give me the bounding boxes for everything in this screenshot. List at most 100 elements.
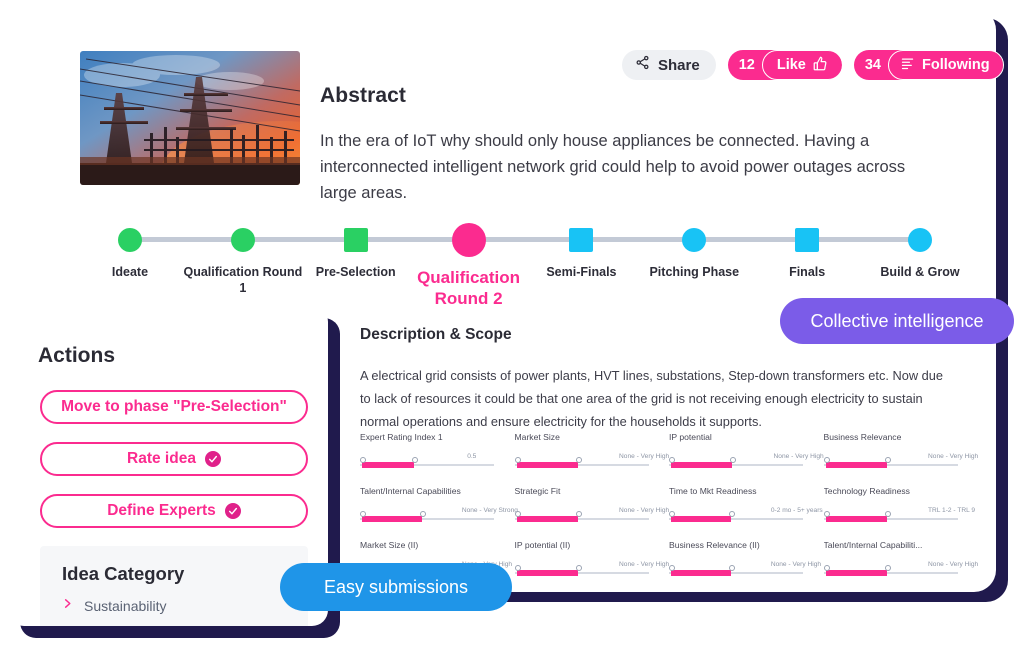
slider-knob-start[interactable] — [669, 511, 675, 517]
move-to-phase-label: Move to phase "Pre-Selection" — [61, 398, 287, 415]
slider-knob-start[interactable] — [823, 457, 830, 463]
timeline-step[interactable]: Build & Grow — [860, 208, 980, 280]
timeline-step[interactable]: Qualification Round 2 — [409, 208, 529, 309]
rate-idea-label: Rate idea — [127, 450, 196, 467]
slider-fill — [362, 516, 422, 522]
timeline-step-label: Qualification Round 1 — [183, 265, 303, 295]
slider-knob-start[interactable] — [514, 565, 521, 571]
criterion-slider: IP potential (II) None - Very High — [514, 540, 669, 578]
range-slider[interactable]: None - Very High — [514, 559, 669, 578]
timeline-step[interactable]: Ideate — [70, 208, 190, 280]
slider-scale-label: None - Very High — [928, 561, 979, 568]
slider-knob-end[interactable] — [728, 511, 735, 517]
screenshot-root: Abstract In the era of IoT why should on… — [0, 0, 1019, 650]
criterion-label: Time to Mkt Readiness — [669, 486, 757, 496]
idea-category-item[interactable]: Sustainability — [62, 596, 167, 616]
slider-knob-end[interactable] — [419, 511, 426, 517]
criterion-slider: Strategic Fit None - Very High — [514, 486, 669, 524]
feature-pill-collective-intelligence[interactable]: Collective intelligence — [780, 298, 1014, 344]
range-slider[interactable]: None - Very Strong — [360, 505, 518, 524]
criterion-label: Talent/Internal Capabilities — [360, 486, 461, 496]
move-to-phase-button[interactable]: Move to phase "Pre-Selection" — [40, 390, 308, 424]
following-label: Following — [922, 57, 990, 73]
criterion-slider: Expert Rating Index 1 0.5 — [360, 432, 494, 470]
collective-intelligence-label: Collective intelligence — [810, 310, 984, 331]
slider-scale-label: None - Very High — [773, 453, 824, 460]
slider-knob-start[interactable] — [669, 457, 675, 463]
slider-fill — [825, 462, 887, 468]
timeline-step[interactable]: Pitching Phase — [634, 208, 754, 280]
range-slider[interactable]: None - Very High — [669, 451, 824, 470]
slider-knob-end[interactable] — [575, 457, 582, 463]
timeline-dot-marker — [230, 228, 255, 252]
slider-fill — [516, 516, 578, 522]
slider-knob-end[interactable] — [728, 565, 735, 571]
timeline-dot-marker — [451, 223, 486, 257]
share-button[interactable]: Share — [622, 50, 716, 80]
timeline-step[interactable]: Semi-Finals — [521, 208, 641, 280]
idea-category-box: Idea Category Sustainability — [40, 546, 308, 626]
timeline-step-label: Finals — [789, 265, 826, 279]
criterion-label: IP potential — [669, 432, 712, 442]
slider-knob-start[interactable] — [669, 565, 675, 571]
slider-knob-end[interactable] — [884, 565, 891, 571]
like-button[interactable]: 12 Like — [727, 50, 843, 80]
description-text: A electrical grid consists of power plan… — [360, 368, 943, 429]
page-title: Abstract — [320, 84, 406, 107]
criterion-slider: Time to Mkt Readiness 0-2 mo - 5+ years — [669, 486, 823, 524]
actions-panel: Actions Move to phase "Pre-Selection" Ra… — [8, 306, 328, 626]
timeline-step[interactable]: Qualification Round 1 — [183, 208, 303, 296]
slider-knob-end[interactable] — [884, 457, 891, 463]
criterion-slider: Talent/Internal Capabiliti... None - Very… — [823, 540, 978, 578]
timeline-step-label: Semi-Finals — [546, 265, 617, 279]
timeline-step[interactable]: Pre-Selection — [296, 208, 416, 280]
share-icon — [635, 55, 650, 75]
following-button[interactable]: 34 Following — [853, 50, 1004, 80]
slider-knob-start[interactable] — [823, 511, 830, 517]
define-experts-button[interactable]: Define Experts — [40, 494, 308, 528]
slider-knob-start[interactable] — [360, 457, 366, 463]
timeline-step[interactable]: Finals — [747, 208, 867, 280]
slider-knob-start[interactable] — [360, 511, 366, 517]
range-slider[interactable]: None - Very High — [823, 451, 978, 470]
rate-idea-button[interactable]: Rate idea — [40, 442, 308, 476]
timeline-square-marker — [795, 228, 820, 252]
actions-heading: Actions — [38, 344, 116, 367]
slider-fill — [671, 516, 731, 522]
range-slider[interactable]: None - Very High — [514, 505, 669, 524]
slider-knob-end[interactable] — [411, 457, 418, 463]
slider-knob-end[interactable] — [575, 511, 582, 517]
like-count: 12 — [738, 57, 755, 73]
slider-knob-end[interactable] — [575, 565, 582, 571]
slider-knob-start[interactable] — [514, 511, 521, 517]
range-slider[interactable]: None - Very High — [514, 451, 669, 470]
slider-knob-end[interactable] — [884, 511, 891, 517]
slider-scale-label: None - Very Strong — [461, 507, 518, 514]
slider-fill — [671, 462, 733, 468]
criterion-label: Talent/Internal Capabiliti... — [823, 540, 923, 550]
slider-scale-label: None - Very High — [928, 453, 979, 460]
range-slider[interactable]: TRL 1-2 - TRL 9 — [823, 505, 975, 524]
timeline-step-label: Build & Grow — [880, 265, 960, 279]
share-label: Share — [658, 56, 700, 74]
criterion-label: Business Relevance — [823, 432, 902, 442]
criterion-slider: Business Relevance (II) None - Very High — [669, 540, 821, 578]
criterion-label: Technology Readiness — [823, 486, 910, 496]
timeline-step-label: Pitching Phase — [649, 265, 740, 279]
criterion-slider: Business Relevance None - Very High — [823, 432, 978, 470]
range-slider[interactable]: None - Very High — [669, 559, 821, 578]
phase-timeline: Ideate Qualification Round 1 Pre-Selection… — [80, 208, 960, 308]
feature-pill-easy-submissions[interactable]: Easy submissions — [280, 563, 512, 611]
range-slider[interactable]: 0.5 — [360, 451, 494, 470]
criterion-slider: Market Size None - Very High — [514, 432, 669, 470]
slider-scale-label: TRL 1-2 - TRL 9 — [928, 507, 976, 514]
slider-scale-label: None - Very High — [619, 507, 670, 514]
criterion-label: Expert Rating Index 1 — [360, 432, 443, 442]
slider-knob-end[interactable] — [730, 457, 737, 463]
criterion-label: Business Relevance (II) — [669, 540, 760, 550]
slider-knob-start[interactable] — [823, 565, 830, 571]
slider-knob-start[interactable] — [514, 457, 521, 463]
range-slider[interactable]: 0-2 mo - 5+ years — [669, 505, 823, 524]
range-slider[interactable]: None - Very High — [823, 559, 978, 578]
criterion-slider: Talent/Internal Capabilities None - Very … — [360, 486, 518, 524]
